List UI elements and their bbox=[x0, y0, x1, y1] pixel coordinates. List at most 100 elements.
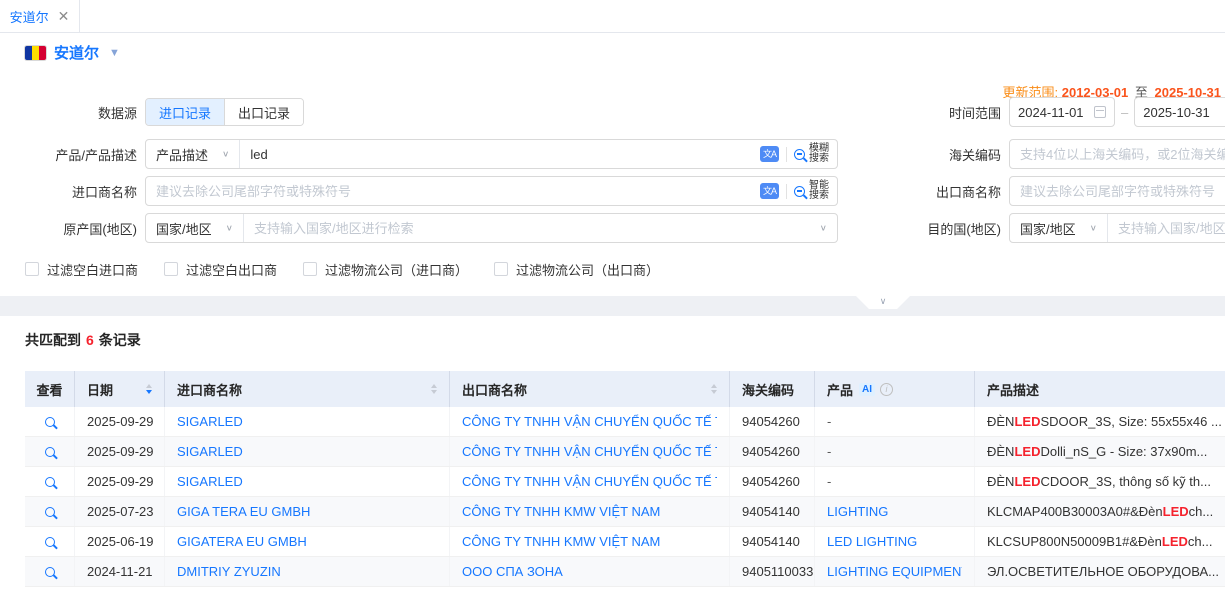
row-description: ЭЛ.ОСВЕТИТЕЛЬНОЕ ОБОРУДОВА... bbox=[975, 557, 1225, 586]
checkbox-icon[interactable] bbox=[494, 262, 508, 276]
row-product: - bbox=[827, 474, 831, 489]
column-header-description: 产品描述 bbox=[975, 371, 1225, 407]
chevron-down-icon[interactable]: ▼ bbox=[109, 47, 120, 59]
view-detail-icon[interactable] bbox=[45, 477, 55, 487]
importer-link[interactable]: SIGARLED bbox=[177, 474, 243, 489]
tab-export-records[interactable]: 出口记录 bbox=[224, 99, 303, 125]
exporter-link[interactable]: ООО СПА ЗОНА bbox=[462, 564, 563, 579]
column-header-product: 产品 AI bbox=[815, 371, 975, 407]
row-hs-code: 94054260 bbox=[730, 467, 815, 496]
exporter-link[interactable]: CÔNG TY TNHH KMW VIỆT NAM bbox=[462, 504, 660, 519]
andorra-flag-icon bbox=[25, 46, 46, 60]
origin-country-label: 原产国(地区) bbox=[25, 219, 137, 238]
row-product: - bbox=[827, 414, 831, 429]
exporter-link[interactable]: CÔNG TY TNHH KMW VIỆT NAM bbox=[462, 534, 660, 549]
column-header-importer[interactable]: 进口商名称 bbox=[165, 371, 450, 407]
hs-code-label: 海关编码 bbox=[901, 145, 1001, 164]
smart-search-button[interactable]: 智能 搜索 bbox=[794, 181, 837, 201]
origin-country-select[interactable]: 国家/地区 ∨ bbox=[146, 214, 244, 242]
close-icon[interactable]: ✕ bbox=[58, 9, 70, 23]
country-title[interactable]: 安道尔 bbox=[54, 42, 99, 63]
info-icon[interactable] bbox=[880, 383, 893, 396]
country-header: 安道尔 ▼ bbox=[0, 33, 1225, 72]
importer-link[interactable]: DMITRIY ZYUZIN bbox=[177, 564, 281, 579]
filter-blank-importer[interactable]: 过滤空白进口商 bbox=[25, 260, 138, 279]
checkbox-icon[interactable] bbox=[164, 262, 178, 276]
row-product-link[interactable]: LIGHTING EQUIPMENT bbox=[827, 564, 962, 579]
row-description: KLCMAP400B30003A0#&Đèn LED ch... bbox=[975, 497, 1225, 526]
row-hs-code: 94054140 bbox=[730, 497, 815, 526]
column-header-exporter[interactable]: 出口商名称 bbox=[450, 371, 730, 407]
importer-link[interactable]: SIGARLED bbox=[177, 444, 243, 459]
importer-link[interactable]: GIGATERA EU GMBH bbox=[177, 534, 307, 549]
checkbox-icon[interactable] bbox=[303, 262, 317, 276]
product-search-input[interactable] bbox=[240, 140, 760, 168]
view-detail-icon[interactable] bbox=[45, 567, 55, 577]
tab-andorra[interactable]: 安道尔 ✕ bbox=[0, 0, 80, 32]
view-detail-icon[interactable] bbox=[45, 417, 55, 427]
sort-control-importer[interactable] bbox=[423, 384, 437, 394]
row-product-link[interactable]: LIGHTING bbox=[827, 504, 888, 519]
tab-import-records[interactable]: 进口记录 bbox=[146, 99, 224, 125]
row-date: 2025-06-19 bbox=[75, 527, 165, 556]
filter-logistics-exporter[interactable]: 过滤物流公司（出口商） bbox=[494, 260, 659, 279]
sort-control-date[interactable] bbox=[138, 384, 152, 394]
end-date-input[interactable]: 2025-10-31 bbox=[1134, 97, 1225, 127]
importer-label: 进口商名称 bbox=[25, 182, 137, 201]
chevron-down-icon[interactable]: ∨ bbox=[820, 223, 837, 232]
column-header-view: 查看 bbox=[25, 371, 75, 407]
row-hs-code: 94054140 bbox=[730, 527, 815, 556]
row-date: 2025-09-29 bbox=[75, 467, 165, 496]
sort-control-exporter[interactable] bbox=[703, 384, 717, 394]
row-date: 2025-09-29 bbox=[75, 407, 165, 436]
start-date-input[interactable]: 2024-11-01 bbox=[1009, 97, 1115, 127]
data-source-switch: 进口记录 出口记录 bbox=[145, 98, 304, 126]
exporter-name-input[interactable] bbox=[1010, 177, 1225, 205]
translate-icon[interactable] bbox=[760, 146, 779, 162]
importer-link[interactable]: GIGA TERA EU GMBH bbox=[177, 504, 310, 519]
results-count: 6 bbox=[86, 332, 94, 348]
hs-code-input[interactable] bbox=[1010, 140, 1225, 168]
column-header-date[interactable]: 日期 bbox=[75, 371, 165, 407]
data-source-label: 数据源 bbox=[25, 103, 137, 122]
divider-strip: ∨ bbox=[0, 296, 1225, 316]
exporter-link[interactable]: CÔNG TY TNHH VẬN CHUYỂN QUỐC TẾ TI... bbox=[462, 474, 717, 489]
filter-logistics-importer[interactable]: 过滤物流公司（进口商） bbox=[303, 260, 468, 279]
chevron-down-icon: ∨ bbox=[1090, 223, 1097, 232]
row-hs-code: 9405110033 bbox=[730, 557, 815, 586]
fuzzy-search-button[interactable]: 模糊 搜索 bbox=[794, 144, 837, 164]
view-detail-icon[interactable] bbox=[45, 537, 55, 547]
table-header: 查看 日期 进口商名称 出口商名称 海关编码 产品 bbox=[25, 371, 1225, 407]
origin-country-input[interactable] bbox=[244, 214, 820, 242]
table-row: 2024-11-21 DMITRIY ZYUZIN ООО СПА ЗОНА 9… bbox=[25, 557, 1225, 587]
view-detail-icon[interactable] bbox=[45, 507, 55, 517]
view-detail-icon[interactable] bbox=[45, 447, 55, 457]
filter-checkbox-row: 过滤空白进口商 过滤空白出口商 过滤物流公司（进口商） 过滤物流公司（出口商） bbox=[0, 260, 1225, 278]
calendar-icon bbox=[1094, 106, 1106, 118]
exporter-label: 出口商名称 bbox=[901, 182, 1001, 201]
translate-icon[interactable] bbox=[760, 183, 779, 199]
exporter-link[interactable]: CÔNG TY TNHH VẬN CHUYỂN QUỐC TẾ TI... bbox=[462, 444, 717, 459]
search-icon bbox=[794, 186, 805, 197]
chevron-down-icon: ∨ bbox=[226, 223, 233, 232]
row-product-link[interactable]: LED LIGHTING bbox=[827, 534, 917, 549]
exporter-link[interactable]: CÔNG TY TNHH VẬN CHUYỂN QUỐC TẾ TI... bbox=[462, 414, 717, 429]
row-description: ĐÈN LED SDOOR_3S, Size: 55x55x46 ... bbox=[975, 407, 1225, 436]
table-row: 2025-07-23 GIGA TERA EU GMBH CÔNG TY TNH… bbox=[25, 497, 1225, 527]
filter-blank-exporter[interactable]: 过滤空白出口商 bbox=[164, 260, 277, 279]
table-row: 2025-06-19 GIGATERA EU GMBH CÔNG TY TNHH… bbox=[25, 527, 1225, 557]
search-form: 更新范围: 2012-03-01 至 2025-10-31 数据源 进口记录 出… bbox=[0, 72, 1225, 296]
row-date: 2025-09-29 bbox=[75, 437, 165, 466]
chevron-down-icon: ∨ bbox=[880, 296, 887, 309]
checkbox-icon[interactable] bbox=[25, 262, 39, 276]
importer-link[interactable]: SIGARLED bbox=[177, 414, 243, 429]
destination-country-label: 目的国(地区) bbox=[901, 219, 1001, 238]
destination-country-select[interactable]: 国家/地区 ∨ bbox=[1010, 214, 1108, 242]
tab-title: 安道尔 bbox=[10, 7, 49, 26]
chevron-down-icon: ∨ bbox=[222, 149, 229, 158]
row-description: ĐÈN LED CDOOR_3S, thông số kỹ th... bbox=[975, 467, 1225, 496]
collapse-form-handle[interactable]: ∨ bbox=[856, 296, 910, 309]
product-field-select[interactable]: 产品描述 ∨ bbox=[146, 140, 240, 168]
importer-name-input[interactable] bbox=[146, 177, 760, 205]
destination-country-input[interactable] bbox=[1108, 214, 1225, 242]
